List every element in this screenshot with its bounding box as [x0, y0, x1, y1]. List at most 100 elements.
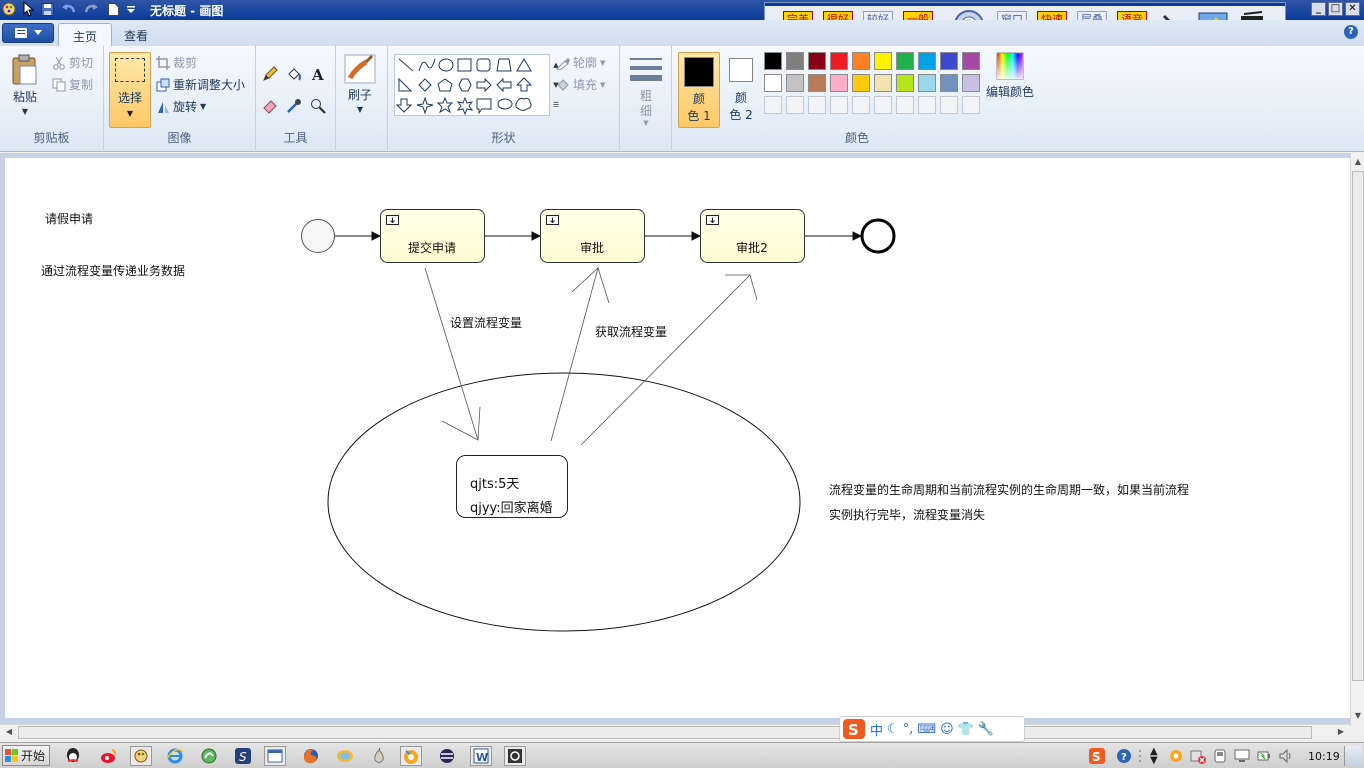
custom-color-slot[interactable]: [874, 96, 892, 114]
resize-button[interactable]: 重新调整大小: [156, 76, 245, 93]
palette-color-swatch[interactable]: [918, 52, 936, 70]
palette-color-swatch[interactable]: [852, 52, 870, 70]
pencil-tool[interactable]: [260, 64, 280, 84]
palette-color-swatch[interactable]: [852, 74, 870, 92]
custom-color-slot[interactable]: [962, 96, 980, 114]
qq-browser-icon[interactable]: [400, 746, 422, 766]
palette-color-swatch[interactable]: [764, 74, 782, 92]
eraser-tool[interactable]: [260, 96, 280, 116]
palette-color-swatch[interactable]: [896, 74, 914, 92]
palette-color-swatch[interactable]: [940, 52, 958, 70]
device-tray-icon[interactable]: [1212, 748, 1228, 767]
text-tool[interactable]: A: [308, 64, 328, 84]
paint-taskbar-icon[interactable]: [130, 746, 152, 766]
help-icon[interactable]: ?: [1344, 25, 1358, 39]
palette-color-swatch[interactable]: [874, 52, 892, 70]
palette-color-swatch[interactable]: [962, 74, 980, 92]
horizontal-scroll-thumb[interactable]: [18, 726, 1312, 739]
new-document-icon[interactable]: [106, 2, 120, 16]
chinese-mode-indicator[interactable]: 中: [870, 720, 883, 739]
keyboard-icon[interactable]: ⌨: [917, 722, 936, 737]
outline-button[interactable]: 轮廓 ▼: [556, 54, 605, 71]
select-button[interactable]: 选择 ▼: [109, 52, 151, 128]
monitor-tray-icon[interactable]: [1234, 748, 1250, 767]
undo-icon[interactable]: [62, 2, 76, 16]
weibo-icon[interactable]: [98, 746, 120, 766]
vertical-scrollbar[interactable]: ▲ ▼: [1350, 153, 1364, 726]
custom-color-slot[interactable]: [764, 96, 782, 114]
custom-color-slot[interactable]: [940, 96, 958, 114]
size-button[interactable]: 粗 细 ▼: [630, 56, 662, 127]
paint-app-icon[interactable]: [2, 2, 16, 16]
brushes-button[interactable]: 刷子 ▼: [344, 54, 376, 114]
eclipse-s-icon[interactable]: S: [232, 746, 254, 766]
ie-icon[interactable]: [164, 746, 186, 766]
help-tray-icon[interactable]: ?: [1116, 748, 1132, 767]
cut-button[interactable]: 剪切: [52, 54, 93, 71]
ime-toolbar[interactable]: S 中 ☾ °, ⌨ ☺ 👕 🔧: [839, 716, 1025, 742]
punctuation-icon[interactable]: °,: [903, 722, 914, 737]
palette-color-swatch[interactable]: [896, 52, 914, 70]
customize-quick-access-icon[interactable]: [124, 2, 138, 16]
save-icon[interactable]: [40, 2, 54, 16]
tab-view[interactable]: 查看: [110, 23, 162, 46]
word-icon[interactable]: W: [470, 746, 492, 766]
scroll-right-arrow[interactable]: ▶: [1334, 725, 1348, 739]
palette-color-swatch[interactable]: [940, 74, 958, 92]
firefox-icon[interactable]: [300, 746, 322, 766]
network-warning-icon[interactable]: [1190, 748, 1206, 767]
horizontal-scrollbar[interactable]: ◀ ▶: [0, 724, 1350, 740]
color-picker-tool[interactable]: [284, 96, 304, 116]
fill-tool[interactable]: [284, 64, 304, 84]
green-app-icon[interactable]: [198, 746, 220, 766]
volume-icon[interactable]: [1278, 748, 1294, 767]
scroll-down-arrow[interactable]: ▼: [1351, 709, 1364, 723]
custom-color-slot[interactable]: [786, 96, 804, 114]
qq-browser-tray-icon[interactable]: [1168, 748, 1184, 767]
window-taskbar-icon[interactable]: [264, 746, 286, 766]
palette-color-swatch[interactable]: [874, 74, 892, 92]
show-desktop-button[interactable]: [1344, 746, 1362, 766]
capture-tool-icon[interactable]: [504, 746, 526, 766]
palette-color-swatch[interactable]: [808, 52, 826, 70]
palette-color-swatch[interactable]: [786, 52, 804, 70]
voice-icon[interactable]: ☺: [940, 722, 954, 737]
qq-icon[interactable]: [62, 746, 84, 766]
palette-color-swatch[interactable]: [830, 52, 848, 70]
custom-color-slot[interactable]: [830, 96, 848, 114]
scroll-left-arrow[interactable]: ◀: [2, 725, 16, 739]
restore-button[interactable]: □: [1328, 2, 1343, 16]
minimize-button[interactable]: _: [1311, 2, 1326, 16]
settings-wrench-icon[interactable]: 🔧: [978, 722, 994, 737]
rotate-button[interactable]: 旋转 ▼: [156, 98, 206, 115]
chat-app-icon[interactable]: [334, 746, 356, 766]
custom-color-slot[interactable]: [896, 96, 914, 114]
sogou-tray-icon[interactable]: S: [1088, 747, 1106, 768]
start-button[interactable]: 开始: [2, 745, 50, 766]
vertical-scroll-thumb[interactable]: [1352, 171, 1364, 681]
palette-color-swatch[interactable]: [808, 74, 826, 92]
magnifier-tool[interactable]: [308, 96, 328, 116]
edit-colors-button[interactable]: 编辑颜色: [982, 52, 1038, 100]
fill-button[interactable]: 填充 ▼: [556, 76, 605, 93]
custom-color-slot[interactable]: [808, 96, 826, 114]
palette-color-swatch[interactable]: [786, 74, 804, 92]
shapes-gallery[interactable]: ▲ ▼ ☰: [394, 54, 559, 116]
close-button[interactable]: ✕: [1345, 2, 1360, 16]
paste-button[interactable]: 粘贴 ▼: [10, 54, 40, 116]
clock[interactable]: 10:19: [1308, 750, 1340, 763]
custom-color-slot[interactable]: [852, 96, 870, 114]
redo-icon[interactable]: [84, 2, 98, 16]
color1-button[interactable]: 颜 色 1: [678, 52, 720, 128]
scroll-up-arrow[interactable]: ▲: [1351, 155, 1364, 169]
show-hidden-icons-button[interactable]: ▲ ▼: [1150, 747, 1158, 766]
custom-color-slot[interactable]: [918, 96, 936, 114]
palette-color-swatch[interactable]: [918, 74, 936, 92]
drawing-canvas[interactable]: 请假申请 通过流程变量传递业务数据 提交申请 审批 审批2 设置流程变量 获取流…: [5, 158, 1350, 718]
pear-app-icon[interactable]: [368, 746, 390, 766]
palette-color-swatch[interactable]: [962, 52, 980, 70]
copy-button[interactable]: 复制: [52, 76, 93, 93]
moon-icon[interactable]: ☾: [887, 722, 899, 737]
crop-button[interactable]: 裁剪: [156, 54, 197, 71]
paint-menu-button[interactable]: [2, 23, 54, 43]
